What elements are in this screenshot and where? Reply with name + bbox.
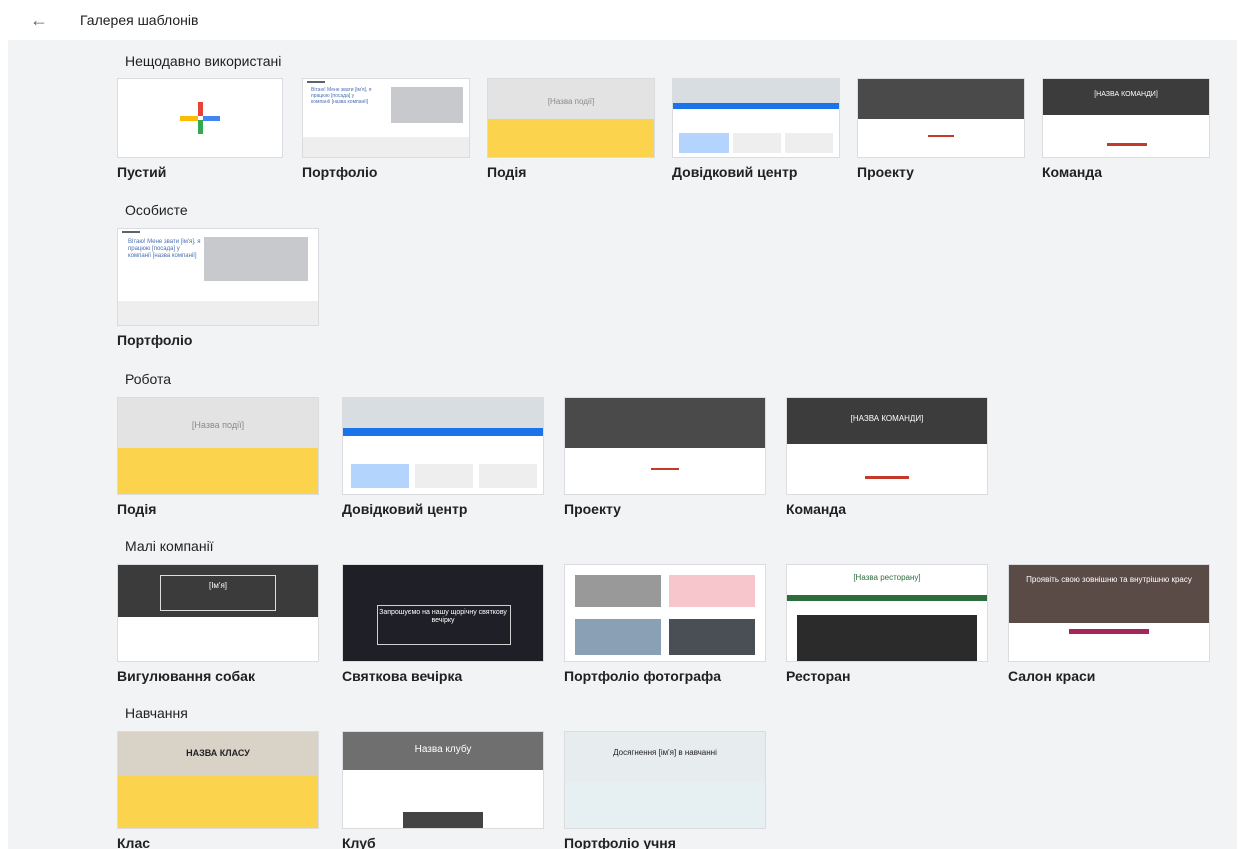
template-label: Святкова вечірка [342,668,463,684]
template-label: Команда [1042,164,1102,180]
template-thumbnail [342,397,544,495]
template-label: Вигулювання собак [117,668,255,684]
template-label: Портфоліо [302,164,378,180]
template-gallery: Нещодавно використані Пустий Вітаю! Мене… [8,40,1237,849]
template-thumbnail [564,564,766,662]
template-label: Пустий [117,164,167,180]
arrow-left-icon: ← [30,9,48,30]
section-title-education: Навчання [125,705,188,721]
template-label: Команда [786,501,846,517]
template-label: Портфоліо учня [564,835,676,849]
template-thumbnail: Назва клубу [342,731,544,829]
template-label: Ресторан [786,668,851,684]
template-label: Подія [117,501,157,517]
template-thumbnail: Вітаю! Мене звати [ім'я], я працюю [поса… [117,228,319,326]
section-title-work: Робота [125,371,172,387]
plus-icon [180,98,220,138]
template-thumbnail [857,78,1025,158]
template-thumbnail [672,78,840,158]
template-thumbnail: НАЗВА КЛАСУ [117,731,319,829]
template-thumbnail: Вітаю! Мене звати [ім'я], я працюю [поса… [302,78,470,158]
template-thumbnail [564,397,766,495]
template-thumbnail: [Ім'я] [117,564,319,662]
template-label: Довідковий центр [342,501,468,517]
top-bar: ← Галерея шаблонів [0,0,1240,40]
template-label: Клуб [342,835,376,849]
template-thumbnail: [Назва події] [487,78,655,158]
section-title-small-business: Малі компанії [125,538,214,554]
template-label: Портфоліо фотографа [564,668,722,684]
back-button[interactable]: ← [28,9,50,31]
template-thumbnail: [Назва ресторану] [786,564,988,662]
section-title-recent: Нещодавно використані [125,53,282,69]
template-label: Клас [117,835,151,849]
template-thumbnail: [НАЗВА КОМАНДИ] [786,397,988,495]
template-label: Портфоліо [117,332,193,348]
template-thumbnail: Досягнення [ім'я] в навчанні [564,731,766,829]
template-label: Салон краси [1008,668,1096,684]
template-label: Довідковий центр [672,164,798,180]
template-label: Проекту [564,501,621,517]
template-thumbnail: [Назва події] [117,397,319,495]
template-thumbnail: [НАЗВА КОМАНДИ] [1042,78,1210,158]
template-label: Подія [487,164,527,180]
page-title: Галерея шаблонів [80,12,199,28]
template-thumbnail: Проявіть свою зовнішню та внутрішню крас… [1008,564,1210,662]
template-thumbnail: Запрошуємо на нашу щорічну святкову вечі… [342,564,544,662]
section-title-personal: Особисте [125,202,188,218]
template-label: Проекту [857,164,914,180]
template-thumbnail [117,78,283,158]
